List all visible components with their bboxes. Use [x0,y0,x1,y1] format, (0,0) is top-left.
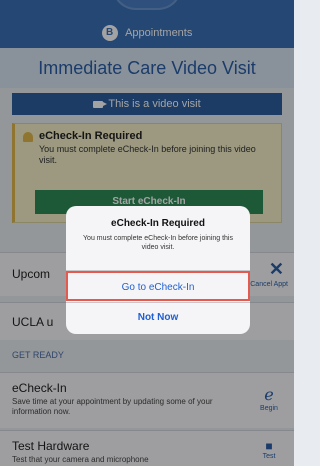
dialog-title: eCheck-In Required [111,218,205,229]
go-to-echeck-button[interactable]: Go to eCheck-In [66,271,250,301]
dialog-message: You must complete eCheck-In before joini… [83,235,233,251]
not-now-button[interactable]: Not Now [66,303,250,333]
echeck-alert-dialog: eCheck-In Required You must complete eCh… [66,206,250,334]
